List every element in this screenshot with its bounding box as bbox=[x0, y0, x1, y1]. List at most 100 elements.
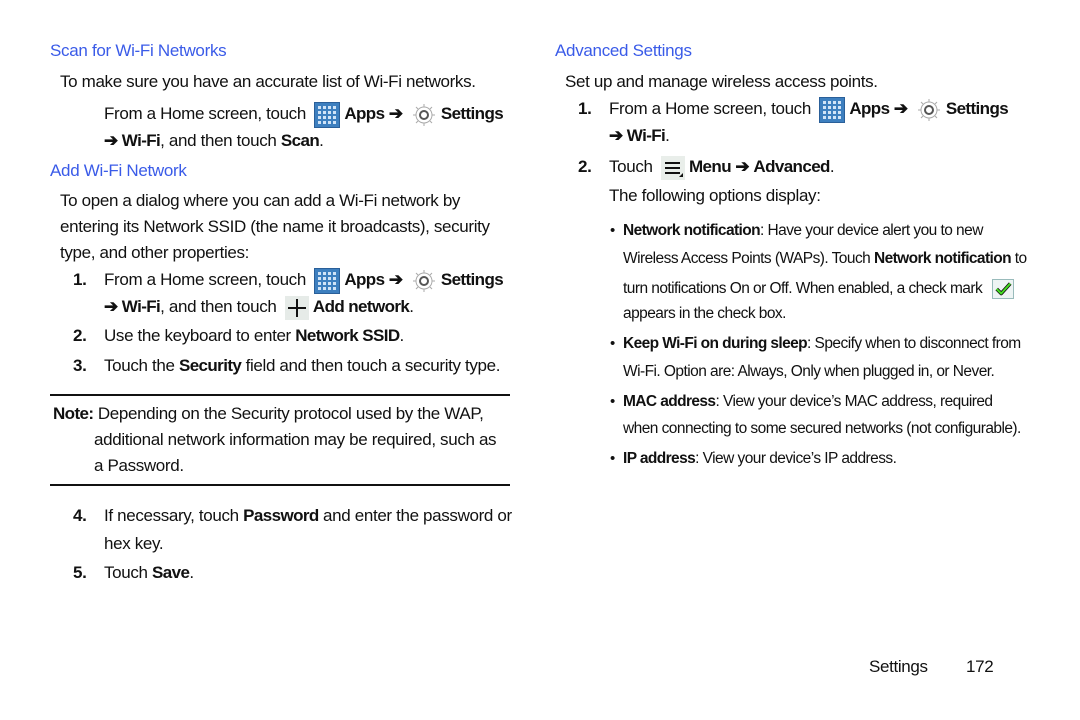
password-label: Password bbox=[243, 506, 319, 525]
network-ssid-label: Network SSID bbox=[295, 326, 400, 345]
add-network-label: Add network bbox=[312, 297, 410, 316]
period: . bbox=[319, 131, 324, 150]
add-step-4-line2: hex key. bbox=[104, 534, 164, 553]
note-line-1: Note: Depending on the Security protocol… bbox=[53, 404, 484, 424]
scan-step-line1: From a Home screen, touch Apps ➔ Setting… bbox=[104, 100, 504, 128]
settings-gear-icon bbox=[917, 98, 940, 121]
settings-gear-icon bbox=[412, 103, 435, 126]
settings-label: Settings bbox=[945, 99, 1009, 118]
apps-label: Apps bbox=[344, 104, 385, 123]
footer-section-name: Settings bbox=[869, 657, 928, 676]
option-text-line: appears in the check box. bbox=[623, 305, 786, 322]
advanced-settings-heading: Advanced Settings bbox=[555, 41, 692, 60]
add-step-2: 2. Use the keyboard to enter Network SSI… bbox=[73, 326, 404, 346]
option-keep-wifi-sleep: Keep Wi-Fi on during sleep: Specify when… bbox=[623, 335, 1021, 353]
page-number: 172 bbox=[966, 657, 994, 676]
wifi-label: Wi-Fi bbox=[626, 126, 666, 145]
apps-icon bbox=[819, 96, 846, 123]
period: . bbox=[665, 126, 670, 145]
apps-icon bbox=[314, 101, 341, 128]
save-label: Save bbox=[152, 563, 190, 582]
option-title: Network notification bbox=[873, 250, 1012, 267]
bullet: • bbox=[610, 335, 616, 352]
scan-label: Scan bbox=[280, 131, 320, 150]
note-label: Note: bbox=[53, 404, 94, 423]
option-text: turn notifications On or Off. When enabl… bbox=[623, 280, 983, 297]
option-title: MAC address bbox=[623, 393, 716, 410]
wifi-label: Wi-Fi bbox=[121, 297, 161, 316]
option-title: Keep Wi-Fi on during sleep bbox=[623, 335, 808, 352]
step-text: If necessary, touch bbox=[104, 506, 244, 525]
note-text: Depending on the Security protocol used … bbox=[93, 404, 484, 423]
step-number: 1. bbox=[73, 270, 87, 289]
step-number: 4. bbox=[73, 506, 87, 525]
add-step-5: 5. Touch Save. bbox=[73, 563, 194, 583]
bullet: • bbox=[610, 450, 616, 467]
step-text: Touch the bbox=[104, 356, 179, 375]
adv-step-1-line2: ➔ Wi-Fi. bbox=[609, 126, 670, 146]
option-text: : View your device’s MAC address, requir… bbox=[715, 393, 993, 410]
adv-step-2: 2. Touch Menu ➔ Advanced. bbox=[578, 153, 1028, 181]
option-text: to bbox=[1010, 250, 1027, 267]
step-number: 5. bbox=[73, 563, 87, 582]
option-network-notification: Network notification: Have your device a… bbox=[623, 222, 983, 240]
arrow: ➔ bbox=[893, 99, 908, 118]
period: . bbox=[829, 157, 835, 176]
step-text: field and then touch a security type. bbox=[241, 356, 501, 375]
step-text: From a Home screen, touch bbox=[609, 99, 811, 118]
step-text: Touch bbox=[609, 157, 653, 176]
apps-icon bbox=[314, 267, 341, 294]
settings-label: Settings bbox=[440, 104, 504, 123]
add-wifi-heading: Add Wi-Fi Network bbox=[50, 161, 187, 180]
settings-label: Settings bbox=[440, 270, 504, 289]
add-plus-icon bbox=[284, 295, 309, 320]
step-number: 2. bbox=[578, 157, 592, 176]
menu-label: Menu bbox=[689, 157, 732, 176]
option-ip-address: IP address: View your device’s IP addres… bbox=[623, 450, 897, 468]
option-text: Wireless Access Points (WAPs). Touch bbox=[623, 250, 874, 267]
adv-step-1: 1. From a Home screen, touch Apps ➔ Sett… bbox=[578, 95, 1028, 123]
apps-label: Apps bbox=[344, 270, 385, 289]
scan-wifi-heading: Scan for Wi-Fi Networks bbox=[50, 41, 227, 60]
menu-icon bbox=[661, 155, 685, 180]
wifi-label: Wi-Fi bbox=[121, 131, 161, 150]
add-step-3: 3. Touch the Security field and then tou… bbox=[73, 356, 500, 376]
arrow: ➔ bbox=[609, 126, 627, 145]
checkbox-checked-icon bbox=[991, 278, 1014, 299]
step-text: Use the keyboard to enter bbox=[104, 326, 296, 345]
add-intro-line: To open a dialog where you can add a Wi-… bbox=[60, 191, 461, 210]
add-step-1-line2: ➔ Wi-Fi, and then touch Add network. bbox=[104, 294, 414, 320]
bullet: • bbox=[610, 393, 616, 410]
option-text-line: Wi-Fi. Option are: Always, Only when plu… bbox=[623, 363, 995, 380]
option-mac-address: MAC address: View your device’s MAC addr… bbox=[623, 393, 993, 411]
option-text: : Have your device alert you to new bbox=[759, 222, 983, 239]
step-text: and enter the password or bbox=[318, 506, 512, 525]
option-title: Network notification bbox=[623, 222, 761, 239]
option-text: : View your device’s IP address. bbox=[695, 450, 897, 467]
period: . bbox=[189, 563, 194, 582]
step-number: 2. bbox=[73, 326, 87, 345]
arrow: ➔ bbox=[388, 104, 403, 123]
arrow: ➔ bbox=[735, 157, 750, 176]
apps-label: Apps bbox=[849, 99, 890, 118]
arrow: ➔ bbox=[388, 270, 403, 289]
step-text: Touch bbox=[104, 563, 152, 582]
scan-intro: To make sure you have an accurate list o… bbox=[60, 72, 476, 91]
security-label: Security bbox=[178, 356, 242, 375]
step-number: 1. bbox=[578, 99, 592, 118]
add-step-1: 1. From a Home screen, touch Apps ➔ Sett… bbox=[73, 266, 513, 294]
settings-gear-icon bbox=[412, 269, 435, 292]
step-text: , and then touch bbox=[160, 131, 281, 150]
note-bottom-rule bbox=[50, 484, 510, 486]
bullet: • bbox=[610, 222, 616, 239]
option-text-line: turn notifications On or Off. When enabl… bbox=[623, 278, 1018, 300]
add-step-4: 4. If necessary, touch Password and ente… bbox=[73, 506, 512, 526]
option-title: IP address bbox=[623, 450, 696, 467]
note-top-rule bbox=[50, 394, 510, 396]
scan-step-line2: ➔ Wi-Fi, and then touch Scan. bbox=[104, 131, 324, 151]
note-line-2: additional network information may be re… bbox=[94, 430, 497, 449]
step-text: , and then touch bbox=[160, 297, 277, 316]
adv-step-2-line2: The following options display: bbox=[609, 186, 821, 205]
note-line-3: a Password. bbox=[94, 456, 184, 475]
arrow: ➔ bbox=[104, 297, 122, 316]
